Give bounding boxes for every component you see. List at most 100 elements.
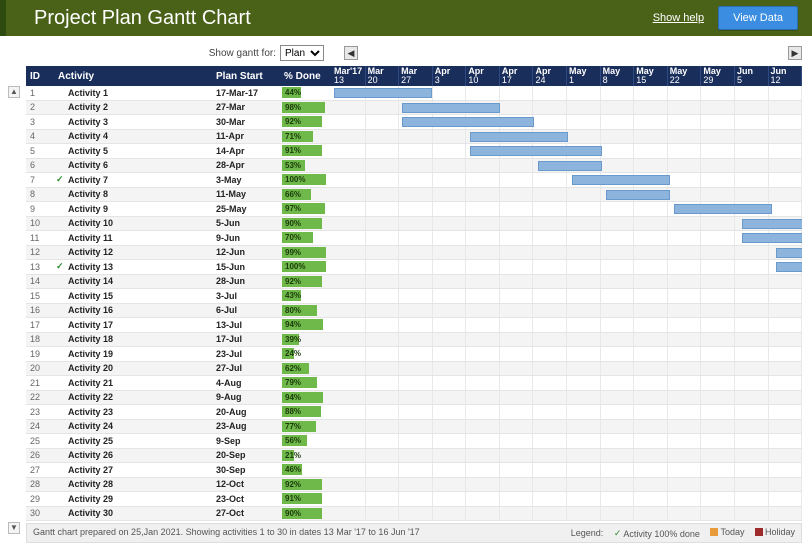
cell-activity: Activity 21 — [54, 378, 214, 388]
cell-pct-done: 21% — [282, 450, 332, 461]
scroll-down-icon[interactable]: ▼ — [8, 522, 20, 534]
cell-activity: Activity 11 — [54, 233, 214, 243]
cell-activity: Activity 16 — [54, 305, 214, 315]
gantt-bar[interactable] — [538, 161, 602, 171]
gantt-bar[interactable] — [742, 219, 802, 229]
timeline-scroll-left[interactable]: ◀ — [344, 46, 358, 60]
cell-activity: Activity 30 — [54, 508, 214, 518]
table-row[interactable]: 23Activity 2320-Aug88% — [26, 405, 332, 420]
cell-pct-done: 91% — [282, 493, 332, 504]
page-title: Project Plan Gantt Chart — [34, 7, 653, 30]
cell-pct-done: 66% — [282, 189, 332, 200]
table-row[interactable]: 16Activity 166-Jul80% — [26, 304, 332, 319]
table-row[interactable]: 22Activity 229-Aug94% — [26, 391, 332, 406]
gantt-bar[interactable] — [572, 175, 670, 185]
cell-plan-start: 12-Oct — [214, 479, 282, 489]
gantt-bar[interactable] — [470, 132, 568, 142]
gantt-row — [332, 304, 802, 319]
cell-plan-start: 4-Aug — [214, 378, 282, 388]
timeline-col: Apr17 — [500, 66, 534, 86]
gantt-bar[interactable] — [402, 117, 534, 127]
cell-pct-done: 88% — [282, 406, 332, 417]
cell-plan-start: 20-Aug — [214, 407, 282, 417]
cell-id: 11 — [26, 233, 54, 243]
cell-plan-start: 11-May — [214, 189, 282, 199]
table-row[interactable]: 15Activity 153-Jul43% — [26, 289, 332, 304]
cell-activity: Activity 27 — [54, 465, 214, 475]
table-row[interactable]: 26Activity 2620-Sep21% — [26, 449, 332, 464]
cell-pct-done: 46% — [282, 464, 332, 475]
scroll-up-icon[interactable]: ▲ — [8, 86, 20, 98]
cell-plan-start: 17-Mar-17 — [214, 88, 282, 98]
table-row[interactable]: 5Activity 514-Apr91% — [26, 144, 332, 159]
gantt-bar[interactable] — [776, 248, 802, 258]
table-row[interactable]: 21Activity 214-Aug79% — [26, 376, 332, 391]
table-row[interactable]: 20Activity 2027-Jul62% — [26, 362, 332, 377]
table-row[interactable]: 12Activity 1212-Jun99% — [26, 246, 332, 261]
cell-plan-start: 12-Jun — [214, 247, 282, 257]
gantt-row — [332, 347, 802, 362]
table-row[interactable]: 6Activity 628-Apr53% — [26, 159, 332, 174]
table-row[interactable]: 14Activity 1428-Jun92% — [26, 275, 332, 290]
gantt-bar[interactable] — [470, 146, 602, 156]
cell-activity: Activity 3 — [54, 117, 214, 127]
gantt-row — [332, 492, 802, 507]
cell-plan-start: 27-Oct — [214, 508, 282, 518]
cell-id: 1 — [26, 88, 54, 98]
table-row[interactable]: 17Activity 1713-Jul94% — [26, 318, 332, 333]
cell-id: 13 — [26, 262, 54, 272]
cell-activity: Activity 24 — [54, 421, 214, 431]
timeline-scroll-right[interactable]: ▶ — [788, 46, 802, 60]
cell-pct-done: 80% — [282, 305, 332, 316]
table-row[interactable]: 18Activity 1817-Jul39% — [26, 333, 332, 348]
table-row[interactable]: 25Activity 259-Sep56% — [26, 434, 332, 449]
cell-id: 4 — [26, 131, 54, 141]
table-row[interactable]: 29Activity 2923-Oct91% — [26, 492, 332, 507]
gantt-row — [332, 507, 802, 522]
timeline-col: Apr10 — [466, 66, 500, 86]
table-row[interactable]: 7✓Activity 73-May100% — [26, 173, 332, 188]
holiday-swatch — [755, 528, 763, 536]
cell-plan-start: 13-Jul — [214, 320, 282, 330]
cell-plan-start: 5-Jun — [214, 218, 282, 228]
table-row[interactable]: 4Activity 411-Apr71% — [26, 130, 332, 145]
footer-bar: Gantt chart prepared on 25,Jan 2021. Sho… — [26, 523, 802, 543]
table-row[interactable]: 10Activity 105-Jun90% — [26, 217, 332, 232]
gantt-row — [332, 434, 802, 449]
cell-pct-done: 79% — [282, 377, 332, 388]
timeline-col: Apr24 — [533, 66, 567, 86]
cell-id: 21 — [26, 378, 54, 388]
cell-activity: ✓Activity 13 — [54, 261, 214, 272]
cell-activity: Activity 28 — [54, 479, 214, 489]
gantt-bar[interactable] — [674, 204, 772, 214]
gantt-bar[interactable] — [606, 190, 670, 200]
table-row[interactable]: 1Activity 117-Mar-1744% — [26, 86, 332, 101]
table-row[interactable]: 11Activity 119-Jun70% — [26, 231, 332, 246]
gantt-bar[interactable] — [742, 233, 802, 243]
table-row[interactable]: 3Activity 330-Mar92% — [26, 115, 332, 130]
table-row[interactable]: 24Activity 2423-Aug77% — [26, 420, 332, 435]
table-row[interactable]: 13✓Activity 1315-Jun100% — [26, 260, 332, 275]
toolbar: Show gantt for: Plan ◀ ▶ — [0, 40, 812, 66]
gantt-for-select[interactable]: Plan — [280, 45, 324, 61]
table-row[interactable]: 8Activity 811-May66% — [26, 188, 332, 203]
table-row[interactable]: 30Activity 3027-Oct90% — [26, 507, 332, 522]
cell-pct-done: 92% — [282, 479, 332, 490]
view-data-button[interactable]: View Data — [718, 6, 798, 30]
gantt-bar[interactable] — [402, 103, 500, 113]
table-row[interactable]: 27Activity 2730-Sep46% — [26, 463, 332, 478]
cell-id: 16 — [26, 305, 54, 315]
cell-pct-done: 90% — [282, 218, 332, 229]
gantt-bar[interactable] — [334, 88, 432, 98]
gantt-row — [332, 391, 802, 406]
gantt-bar[interactable] — [776, 262, 802, 272]
show-help-link[interactable]: Show help — [653, 12, 704, 24]
cell-pct-done: 92% — [282, 276, 332, 287]
cell-plan-start: 23-Aug — [214, 421, 282, 431]
table-row[interactable]: 2Activity 227-Mar98% — [26, 101, 332, 116]
table-row[interactable]: 9Activity 925-May97% — [26, 202, 332, 217]
table-row[interactable]: 19Activity 1923-Jul24% — [26, 347, 332, 362]
table-row[interactable]: 28Activity 2812-Oct92% — [26, 478, 332, 493]
cell-id: 23 — [26, 407, 54, 417]
cell-activity: Activity 19 — [54, 349, 214, 359]
